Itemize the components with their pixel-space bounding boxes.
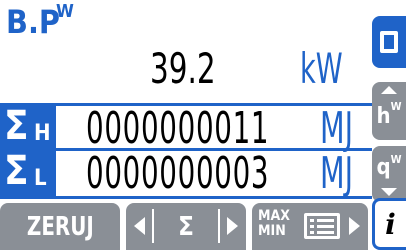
arrow-up-icon xyxy=(381,86,397,94)
reset-button-label: ZERUJ xyxy=(26,211,94,242)
energy-low-unit: MJ xyxy=(320,148,353,199)
energy-prev-superscript: W xyxy=(390,153,402,166)
divider xyxy=(152,209,154,243)
energy-low-value: 0000000003 xyxy=(86,148,270,199)
divider xyxy=(218,209,220,243)
energy-prev-button[interactable]: q W xyxy=(372,146,406,202)
hour-energy-superscript: W xyxy=(390,100,402,113)
info-button[interactable]: i xyxy=(372,198,406,250)
sigma-symbol: Σ xyxy=(4,103,29,149)
energy-row-high: Σ H 0000000011 MJ xyxy=(0,103,372,154)
maxmin-label: MAX MIN xyxy=(258,209,290,239)
hour-energy-button[interactable]: h W xyxy=(372,82,406,140)
info-icon: i xyxy=(385,207,396,241)
maxmin-button[interactable]: MAX MIN xyxy=(252,203,368,250)
energy-low-label: Σ L xyxy=(0,148,56,196)
sigma-symbol: Σ xyxy=(4,148,29,194)
hour-energy-label: h xyxy=(376,104,391,129)
power-value: 39.2 xyxy=(150,44,216,93)
max-label: MAX xyxy=(258,208,290,224)
energy-high-unit: MJ xyxy=(320,103,353,154)
triangle-right-icon xyxy=(227,217,238,235)
triangle-left-icon xyxy=(134,217,145,235)
square-frame-icon xyxy=(380,31,398,53)
parameter-label: B.P xyxy=(6,3,60,41)
sum-nav-label: Σ xyxy=(178,211,194,242)
meter-display: B.P W 39.2 kW Σ H 0000000011 MJ Σ L 0000… xyxy=(0,0,406,250)
energy-prev-label: q xyxy=(376,155,391,180)
energy-high-label: Σ H xyxy=(0,103,56,149)
parameter-superscript: W xyxy=(56,1,74,22)
reset-button[interactable]: ZERUJ xyxy=(0,203,120,250)
sum-nav-button[interactable]: Σ xyxy=(126,203,246,250)
arrow-down-icon xyxy=(381,188,397,196)
list-icon xyxy=(304,213,340,239)
energy-row-low: Σ L 0000000003 MJ xyxy=(0,148,372,199)
display-mode-button[interactable] xyxy=(372,16,406,68)
min-label: MIN xyxy=(258,223,286,239)
energy-high-value: 0000000011 xyxy=(86,103,270,154)
energy-low-subscript: L xyxy=(34,166,47,191)
triangle-right-icon xyxy=(349,217,360,235)
energy-high-subscript: H xyxy=(34,121,51,146)
power-unit: kW xyxy=(300,44,343,93)
